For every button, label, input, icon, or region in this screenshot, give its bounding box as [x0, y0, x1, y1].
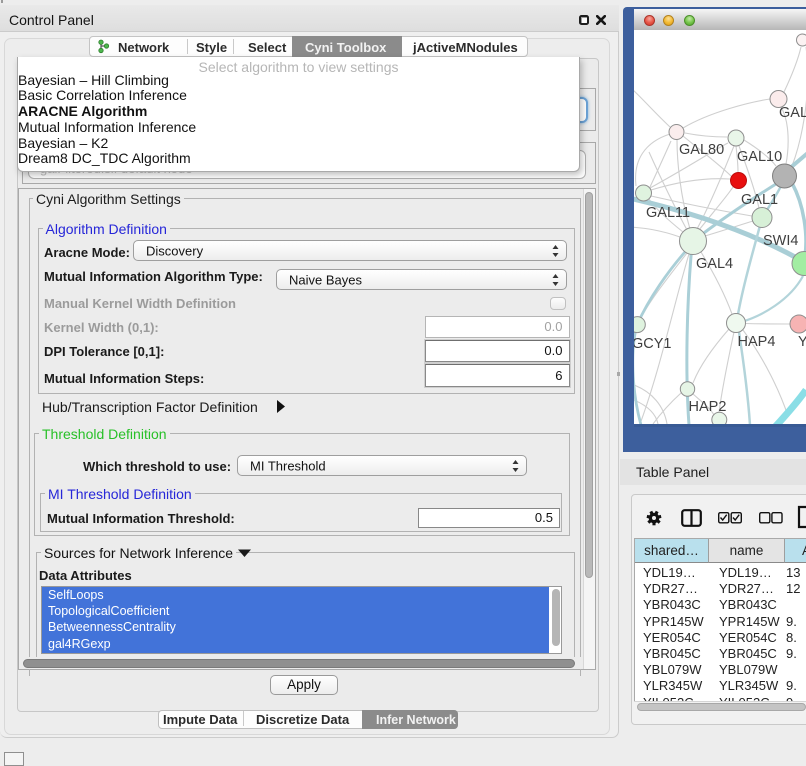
svg-text:GAL4: GAL4 — [696, 256, 733, 272]
svg-text:SWI4: SWI4 — [763, 233, 798, 249]
svg-text:HAP2: HAP2 — [689, 399, 727, 415]
svg-text:GAL10: GAL10 — [737, 149, 782, 165]
svg-text:GAL1: GAL1 — [741, 192, 778, 208]
svg-text:GCY1: GCY1 — [634, 336, 672, 352]
svg-text:YBR: YBR — [798, 334, 806, 350]
svg-text:GAL11: GAL11 — [646, 205, 690, 221]
svg-text:HAP4: HAP4 — [738, 334, 776, 350]
svg-text:GAL2: GAL2 — [779, 105, 806, 121]
svg-text:GAL80: GAL80 — [679, 142, 724, 158]
